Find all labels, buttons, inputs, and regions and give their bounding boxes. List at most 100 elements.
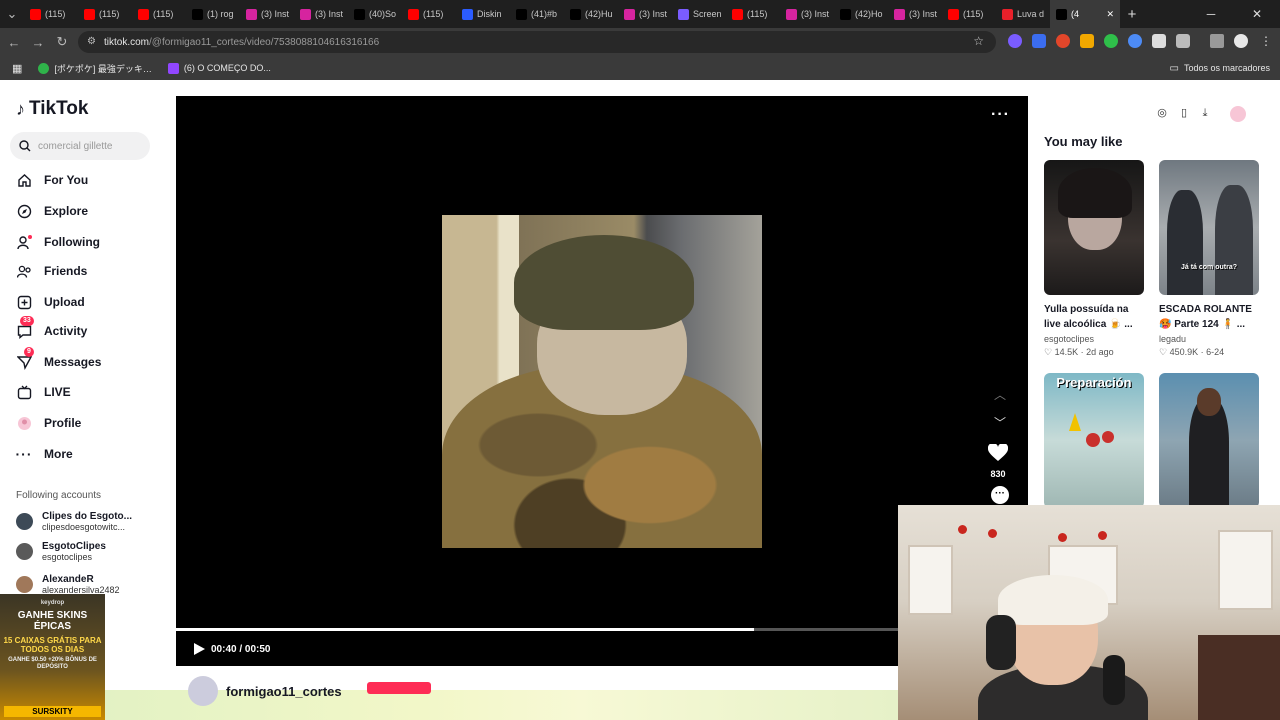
player-more-icon[interactable]: ··· [991, 106, 1010, 124]
card-title[interactable]: Yulla possuída na live alcoólica 🍺 ... [1044, 302, 1144, 332]
download-icon[interactable]: ⤓ [1198, 106, 1212, 120]
reload-button[interactable]: ↻ [50, 30, 74, 54]
browser-tab[interactable]: (3) Inst [294, 0, 348, 28]
extension-diamond-icon[interactable] [1152, 34, 1166, 48]
nav-messages[interactable]: 9 Messages [16, 347, 101, 374]
author-name[interactable]: formigao11_cortes [226, 684, 342, 699]
browser-tab[interactable]: Screen [672, 0, 726, 28]
author-avatar[interactable] [188, 676, 218, 706]
reading-list-icon[interactable] [1210, 34, 1224, 48]
browser-tab[interactable]: (4 ✕ [1050, 0, 1120, 28]
recommendation-card[interactable]: Já tá com outra? ESCADA ROLANTE 🥵 Parte … [1159, 160, 1259, 358]
extension-fox-icon[interactable] [1056, 34, 1070, 48]
feather-icon [678, 8, 689, 20]
browser-tab[interactable]: (3) Inst [888, 0, 942, 28]
browser-tab[interactable]: (3) Inst [618, 0, 672, 28]
nav-label: Friends [44, 264, 88, 278]
nav-live[interactable]: LIVE [16, 380, 71, 404]
extension-wave-icon[interactable] [1128, 34, 1142, 48]
all-bookmarks-button[interactable]: ▭ Todos os marcadores [1170, 63, 1271, 74]
browser-tab[interactable]: (42)Hu [564, 0, 618, 28]
minimize-button[interactable]: ─ [1188, 0, 1234, 28]
extension-feather-icon[interactable] [1008, 34, 1022, 48]
close-window-button[interactable]: ✕ [1234, 0, 1280, 28]
nav-profile[interactable]: Profile [16, 411, 81, 435]
play-icon[interactable] [192, 642, 206, 656]
card-thumbnail[interactable]: Preparación [1044, 373, 1144, 508]
progress-bar[interactable] [176, 628, 898, 631]
streamer-cap [998, 575, 1108, 625]
like-button[interactable]: 830 [987, 442, 1009, 479]
extension-shield-icon[interactable] [1032, 34, 1046, 48]
close-tab-icon[interactable]: ✕ [1106, 9, 1114, 20]
tiktok-logo[interactable]: ♪ TikTok [16, 98, 88, 120]
activity-icon: 33 [16, 316, 34, 339]
following-account[interactable]: Clipes do Esgoto... clipesdoesgotowitc... [16, 511, 132, 532]
extensions-puzzle-icon[interactable] [1176, 34, 1190, 48]
thumbnail-person [1167, 190, 1203, 295]
card-thumbnail[interactable] [1159, 373, 1259, 508]
extension-box-icon[interactable] [1080, 34, 1094, 48]
tab-label: (40)So [369, 9, 397, 19]
lantern-decoration [1058, 533, 1067, 542]
browser-tab[interactable]: (115) [402, 0, 456, 28]
browser-tab[interactable]: (115) [24, 0, 78, 28]
search-input[interactable]: comercial gillette [10, 132, 150, 160]
profile-avatar[interactable] [1234, 34, 1248, 48]
nav-friends[interactable]: Friends [16, 259, 87, 283]
browser-tab[interactable]: Luva d [996, 0, 1050, 28]
nav-for-you[interactable]: For You [16, 168, 88, 192]
device-icon[interactable]: ▯ [1177, 106, 1191, 120]
nav-following[interactable]: Following [16, 230, 100, 254]
card-author[interactable]: legadu [1159, 334, 1259, 344]
apps-grid-icon[interactable]: ▦ [12, 62, 22, 75]
url-bar[interactable]: ⚙ tiktok.com/@formigao11_cortes/video/75… [78, 31, 996, 53]
browser-tab[interactable]: (115) [942, 0, 996, 28]
user-avatar[interactable] [1230, 106, 1246, 122]
back-button[interactable]: ← [2, 30, 26, 54]
author-row[interactable]: formigao11_cortes [188, 676, 342, 706]
card-author[interactable]: esgotoclipes [1044, 334, 1144, 344]
nav-upload[interactable]: Upload [16, 290, 85, 314]
recommendation-card[interactable]: Yulla possuída na live alcoólica 🍺 ... e… [1044, 160, 1144, 358]
ad-code: SURSKITY [4, 706, 101, 717]
browser-tab[interactable]: Diskin [456, 0, 510, 28]
bookmark-item[interactable]: [ポケポケ] 最強デッキ… [38, 62, 152, 75]
recommendation-card[interactable]: Preparación [1044, 373, 1144, 508]
browser-tab[interactable]: (115) [132, 0, 186, 28]
browser-tab[interactable]: (3) Inst [240, 0, 294, 28]
browser-toolbar: ← → ↻ ⚙ tiktok.com/@formigao11_cortes/vi… [0, 28, 1280, 56]
site-info-icon[interactable]: ⚙ [87, 36, 96, 47]
recommendation-card[interactable] [1159, 373, 1259, 508]
extension-plus-icon[interactable] [1104, 34, 1118, 48]
card-thumbnail[interactable] [1044, 160, 1144, 295]
new-tab-button[interactable]: + [1120, 2, 1144, 26]
url-path: /@formigao11_cortes/video/75380881046163… [149, 36, 380, 48]
browser-tab[interactable]: (41)#b [510, 0, 564, 28]
tab-search-chevron-icon[interactable]: ⌄ [0, 2, 24, 26]
bookmark-star-icon[interactable]: ☆ [973, 34, 984, 48]
forward-button[interactable]: → [26, 30, 50, 54]
browser-tab[interactable]: (42)Ho [834, 0, 888, 28]
nav-activity[interactable]: 33 Activity [16, 316, 87, 343]
nav-explore[interactable]: Explore [16, 199, 88, 223]
browser-tab[interactable]: (40)So [348, 0, 402, 28]
browser-tab[interactable]: (3) Inst [780, 0, 834, 28]
browser-tab[interactable]: (115) [78, 0, 132, 28]
nav-more[interactable]: ··· More [16, 442, 73, 466]
browser-menu-icon[interactable]: ⋮ [1260, 34, 1272, 48]
comment-icon[interactable]: ··· [991, 486, 1009, 504]
card-title[interactable]: ESCADA ROLANTE 🥵 Parte 124 🧍 ... [1159, 302, 1259, 332]
card-thumbnail[interactable]: Já tá com outra? [1159, 160, 1259, 295]
keydrop-ad-overlay: keydrop GANHE SKINS ÉPICAS 15 CAIXAS GRÁ… [0, 594, 105, 720]
bookmark-item[interactable]: (6) O COMEÇO DO... [167, 62, 271, 74]
next-video-icon[interactable]: ﹀ [994, 414, 1006, 431]
previous-video-icon[interactable]: ︿ [994, 386, 1006, 403]
video-frame[interactable] [442, 215, 762, 548]
follow-button[interactable] [367, 682, 431, 694]
browser-tab[interactable]: (115) [726, 0, 780, 28]
following-account[interactable]: AlexandeR alexandersilva2482 [16, 574, 120, 595]
browser-tab[interactable]: (1) rog [186, 0, 240, 28]
following-account[interactable]: EsgotoClipes esgotoclipes [16, 541, 106, 562]
discover-icon[interactable]: ◎ [1155, 106, 1169, 120]
